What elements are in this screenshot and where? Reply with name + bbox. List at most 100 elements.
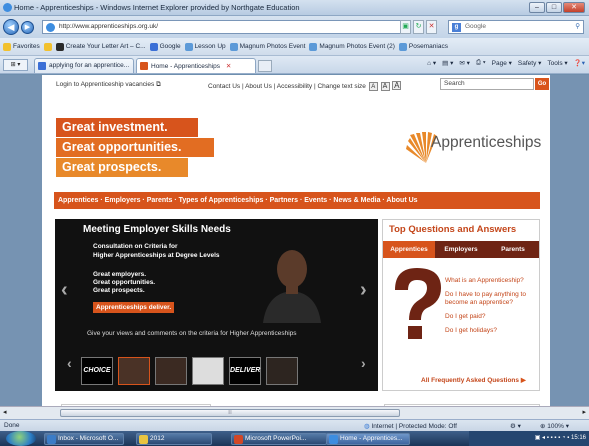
search-icon[interactable]: ⚲: [575, 21, 580, 33]
ie-icon: [398, 42, 407, 51]
horizontal-scrollbar[interactable]: ◂ ⦙⦙⦙ ▸: [0, 406, 589, 419]
thumb-next-arrow[interactable]: ›: [361, 355, 366, 371]
close-tab-icon[interactable]: ✕: [226, 63, 231, 70]
apprenticeships-icon: [140, 62, 148, 70]
text-size-small[interactable]: A: [368, 82, 378, 91]
quick-tabs-button[interactable]: ⊞ ▾: [3, 59, 28, 71]
favorites-button[interactable]: Favorites: [3, 42, 40, 51]
fav-item[interactable]: Google: [149, 42, 181, 51]
new-tab-button[interactable]: [258, 60, 272, 72]
system-tray[interactable]: ▣ ◂ ▪ ▪ ▪ ▪ ◔ ▪ 15:16: [469, 431, 589, 446]
page-menu[interactable]: Page ▾: [492, 59, 512, 67]
taskbar-item-outlook[interactable]: Inbox - Microsoft O...: [44, 433, 124, 445]
maximize-button[interactable]: □: [546, 2, 562, 13]
fav-item[interactable]: Create Your Letter Art – C...: [55, 42, 146, 51]
google-icon: [149, 42, 158, 51]
faq-link[interactable]: What is an Apprenticeship?: [445, 277, 537, 285]
tab-bar: ⊞ ▾ applying for an apprentice... Home -…: [0, 56, 589, 74]
taskbar-item-ie[interactable]: Home - Apprentices...: [326, 433, 410, 445]
favorites-bar: Favorites Create Your Letter Art – C... …: [0, 38, 589, 56]
clock: 15:16: [570, 435, 586, 441]
thumb-choice[interactable]: CHOICE: [81, 357, 113, 385]
forward-button[interactable]: ▶: [21, 21, 34, 34]
tab-applying[interactable]: applying for an apprentice...: [34, 58, 134, 73]
close-button[interactable]: ✕: [563, 2, 585, 13]
start-button[interactable]: [6, 431, 36, 446]
fav-item[interactable]: Posemaniacs: [398, 42, 448, 51]
faq-tab-parents[interactable]: Parents: [487, 241, 539, 258]
login-link[interactable]: Login to Apprenticeship vacancies ⧉: [56, 81, 161, 89]
thumbnail-strip: CHOICE DELIVER: [81, 357, 298, 385]
main-navigation[interactable]: Apprentices · Employers · Parents · Type…: [54, 192, 540, 209]
stop-icon[interactable]: ✕: [426, 20, 437, 34]
faq-tab-employers[interactable]: Employers: [435, 241, 487, 258]
text-size-medium[interactable]: A: [380, 82, 390, 91]
thumb-photo[interactable]: [118, 357, 150, 385]
fav-item[interactable]: Magnum Photos Event: [229, 42, 305, 51]
faq-tabs: Apprentices Employers Parents: [383, 241, 539, 258]
utility-links[interactable]: Contact Us | About Us | Accessibility | …: [208, 81, 402, 91]
powerpoint-icon: [234, 435, 243, 444]
zoom-control[interactable]: ⊕ 100% ▾: [540, 422, 569, 430]
faq-link[interactable]: Do I get holidays?: [445, 327, 537, 335]
status-text: Done: [4, 422, 20, 429]
utility-bar: Login to Apprenticeship vacancies ⧉ Cont…: [42, 77, 550, 93]
site-search-go-button[interactable]: Go: [535, 78, 549, 90]
browser-viewport: Login to Apprenticeship vacancies ⧉ Cont…: [0, 75, 589, 406]
security-zone[interactable]: ◍ Internet | Protected Mode: Off: [364, 422, 457, 430]
scroll-thumb[interactable]: ⦙⦙⦙: [60, 409, 400, 417]
fav-item[interactable]: Lesson Up: [184, 42, 226, 51]
site-search-input[interactable]: Search: [440, 78, 534, 90]
feeds-icon[interactable]: ▤ ▾: [442, 59, 453, 67]
status-icons[interactable]: ⚙ ▾: [510, 422, 521, 430]
thumb-logo[interactable]: [192, 357, 224, 385]
fav-item[interactable]: Magnum Photos Event (2): [309, 42, 395, 51]
deliver-badge: Apprenticeships deliver.: [93, 302, 175, 313]
feature-caption[interactable]: Give your views and comments on the crit…: [87, 330, 297, 337]
print-icon[interactable]: ⎙ ▾: [476, 59, 486, 67]
address-bar[interactable]: http://www.apprenticeships.org.uk/: [42, 20, 410, 34]
help-icon[interactable]: ❓▾: [574, 59, 585, 67]
thumb-deliver[interactable]: DELIVER: [229, 357, 261, 385]
google-icon: [38, 62, 46, 70]
refresh-icon[interactable]: ↻: [413, 20, 424, 34]
add-favorite-icon[interactable]: [43, 42, 52, 51]
carousel-next-arrow[interactable]: ›: [360, 279, 367, 302]
page-icon: [46, 23, 55, 32]
arrow-right-icon: ▶: [520, 377, 526, 384]
search-box[interactable]: g Google ⚲: [448, 20, 584, 34]
faq-tab-apprentices[interactable]: Apprentices: [383, 241, 435, 258]
scroll-left-arrow[interactable]: ◂: [3, 408, 7, 416]
address-url: http://www.apprenticeships.org.uk/: [59, 23, 158, 30]
thumb-prev-arrow[interactable]: ‹: [67, 355, 72, 371]
site-icon: [55, 42, 64, 51]
taskbar-item-2012[interactable]: 2012: [136, 433, 212, 445]
faq-link[interactable]: Do I get paid?: [445, 313, 537, 321]
status-bar: Done ◍ Internet | Protected Mode: Off ⚙ …: [0, 419, 589, 431]
taskbar-item-powerpoint[interactable]: Microsoft PowerPoi...: [231, 433, 327, 445]
thumb-photo[interactable]: [155, 357, 187, 385]
command-bar: ⌂ ▾ ▤ ▾ ✉ ▾ ⎙ ▾ Page ▾ Safety ▾ Tools ▾ …: [427, 59, 585, 67]
tools-menu[interactable]: Tools ▾: [547, 59, 567, 67]
faq-links: What is an Apprenticeship? Do I have to …: [445, 277, 537, 341]
scroll-right-arrow[interactable]: ▸: [582, 408, 586, 416]
back-button[interactable]: ◀: [3, 19, 19, 35]
taskbar: Inbox - Microsoft O... 2012 Microsoft Po…: [0, 431, 589, 446]
text-size-large[interactable]: A: [392, 81, 402, 90]
minimize-button[interactable]: –: [529, 2, 545, 13]
web-page: Login to Apprenticeship vacancies ⧉ Cont…: [42, 75, 550, 406]
mail-icon[interactable]: ✉ ▾: [459, 59, 470, 67]
address-buttons: ▣ ↻ ✕: [400, 20, 437, 34]
safety-menu[interactable]: Safety ▾: [518, 59, 542, 67]
thumb-photo[interactable]: [266, 357, 298, 385]
feature-intro: Consultation on Criteria for Higher Appr…: [93, 243, 220, 259]
external-link-icon: ⧉: [156, 81, 161, 88]
compat-view-icon[interactable]: ▣: [400, 20, 411, 34]
globe-icon: ◍: [364, 423, 370, 430]
star-icon: [3, 42, 11, 51]
tab-home-apprenticeships[interactable]: Home - Apprenticeships ✕: [136, 58, 256, 73]
faq-link[interactable]: Do I have to pay anything to become an a…: [445, 291, 537, 307]
home-icon[interactable]: ⌂ ▾: [427, 59, 436, 67]
carousel-prev-arrow[interactable]: ‹: [61, 279, 68, 302]
all-faq-link[interactable]: All Frequently Asked Questions ▶: [421, 376, 526, 384]
